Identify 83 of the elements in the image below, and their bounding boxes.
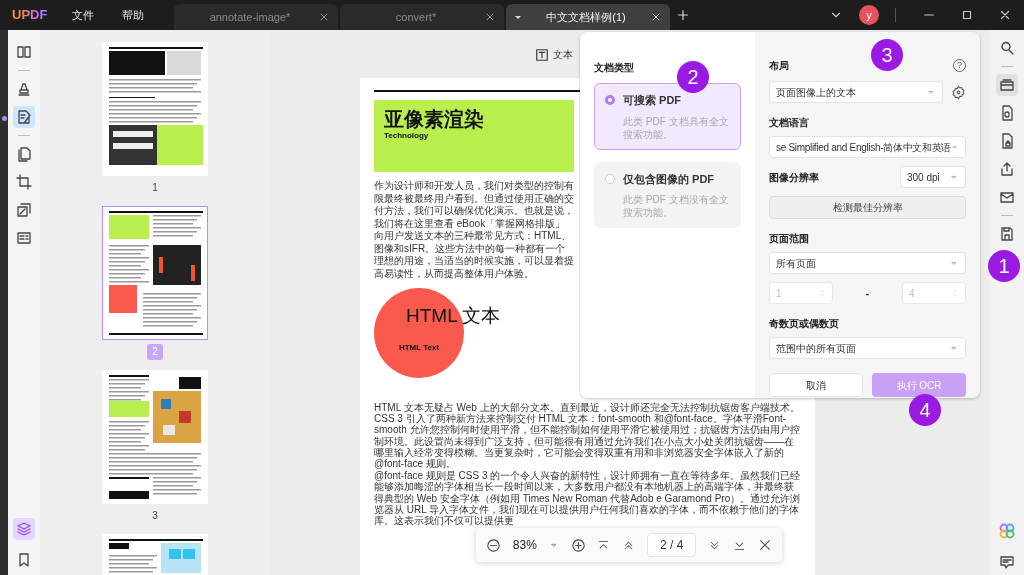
document-tab[interactable]: convert* [340, 4, 504, 30]
option-description: 此类 PDF 文档没有全文搜索功能。 [622, 193, 730, 219]
option-description: 此类 PDF 文档具有全文搜索功能。 [622, 114, 730, 141]
caret-icon[interactable] [514, 13, 522, 21]
layout-select[interactable]: 页面图像上的文本 [769, 81, 943, 103]
resolution-select[interactable]: 300 dpi [900, 166, 966, 188]
page-thumbnail[interactable] [102, 370, 208, 504]
number-field: 1 [769, 282, 833, 304]
document-type-option[interactable]: 仅包含图像的 PDF 此类 PDF 文档没有全文搜索功能。 [594, 161, 741, 228]
edit-button[interactable] [13, 106, 35, 128]
ocr-icon [999, 77, 1015, 93]
close-icon[interactable] [998, 8, 1012, 22]
bookmark-icon [16, 552, 32, 568]
edit-icon [16, 109, 32, 125]
clover-icon [999, 523, 1015, 539]
maximize-icon[interactable] [960, 8, 974, 22]
zoom-out-icon[interactable] [486, 537, 501, 553]
ocr-button[interactable] [996, 74, 1018, 96]
section-label: 文档语言 [769, 116, 810, 130]
search-icon [999, 40, 1015, 56]
settings-icon[interactable] [951, 84, 966, 100]
crop-icon [16, 174, 32, 190]
close-icon[interactable] [758, 538, 772, 552]
tab-label: annotate-image* [208, 9, 292, 25]
lock-icon [999, 133, 1015, 149]
document-paragraph: @font-face 规则是 CSS 3 的一个令人兴奋的新特性，设计师拥有一直在等待多年。虽然我们已经能够添加晦涩的字体相当长一段时间以来，大多数用户都没有本地机器上的高端字体，并最终获得典型的 Web 安全字体（例如用 Times New Roman 代替Adob e Garamond Pro）。通过允许浏览器从 URL 导入字体文件，我们现在可以提供用户任何我们喜欢的字体，而不依赖于他们的字体库。这表示我们不仅可以提供更 [374, 470, 801, 527]
radio-button[interactable] [605, 173, 615, 184]
section-subtitle: HTML Text [398, 342, 440, 354]
zoom-level[interactable]: 83% [512, 536, 537, 554]
section-label: 页面范围 [769, 232, 810, 246]
avatar[interactable]: y [859, 5, 879, 25]
page-number-field[interactable]: 2 / 4 [647, 533, 697, 557]
document-tab[interactable]: annotate-image* [174, 4, 338, 30]
stack-icon [16, 202, 32, 218]
document-type-option[interactable]: 可搜索 PDF 此类 PDF 文档具有全文搜索功能。 [594, 83, 741, 150]
language-select[interactable]: se Simplified and English-简体中文和英语 [769, 136, 966, 158]
section-label: 奇数页或偶数页 [769, 317, 840, 331]
form-icon [16, 230, 32, 246]
odd-even-select[interactable]: 范围中的所有页面 [769, 337, 966, 359]
tab-label: convert* [394, 9, 438, 25]
convert-icon [999, 105, 1015, 121]
close-icon[interactable] [650, 11, 662, 23]
zoom-in-icon[interactable] [570, 537, 586, 553]
page-thumbnail[interactable] [102, 42, 208, 176]
tab-label: 中文文档样例(1) [545, 9, 627, 25]
document-heading: 亚像素渲染 [384, 108, 485, 130]
panel-handle[interactable] [2, 116, 7, 121]
radio-button[interactable] [605, 95, 615, 106]
layers-icon [16, 521, 32, 537]
text-mode-button[interactable]: 文本 [535, 47, 573, 62]
comment-icon [999, 554, 1015, 570]
share-icon [999, 161, 1015, 177]
cancel-button[interactable]: 取消 [769, 373, 863, 397]
highlighter-icon [16, 81, 32, 97]
text-icon [535, 47, 549, 62]
section-label: 布局 [769, 59, 789, 73]
layers-button[interactable] [13, 518, 35, 540]
range-separator: - [865, 286, 870, 301]
page-number: 1 [151, 181, 159, 195]
document-paragraph: 作为设计师和开发人员，我们对类型的控制有限最终被最终用户看到。但通过使用正确的交付方法，我们可以确保优化演示。也就是说，我们将在这里查看 eBook「掌握网格排版」向用户发送文本的三种最常见方式：HTML、图像和sIFR。这些方法中的每一种都有一个理想的用途，当适当的时候实施，可以显着提高易读性，从而提高整体用户体验。 [374, 180, 574, 280]
menu-item[interactable]: 文件 [58, 6, 108, 24]
document-tab[interactable]: 中文文档样例(1) [506, 4, 670, 30]
first-page-icon[interactable] [597, 538, 611, 552]
section-label: 文档类型 [594, 61, 635, 75]
option-label: 可搜索 PDF [623, 93, 682, 108]
detect-resolution-button[interactable]: 检测最佳分辨率 [769, 196, 966, 219]
number-field: 4 [902, 282, 966, 304]
save-icon [999, 226, 1015, 242]
option-label: 仅包含图像的 PDF [623, 171, 715, 187]
book-icon [16, 44, 32, 60]
mail-icon [999, 189, 1015, 205]
plus-icon[interactable] [676, 8, 690, 22]
section-label: 图像分辨率 [769, 170, 819, 185]
page-number: 3 [151, 509, 159, 523]
section-title: HTML 文本 [406, 304, 501, 328]
page-number: 2 [147, 344, 163, 360]
document-paragraph: HTML 文本无疑占 Web 上的大部分文本。直到最近，设计师还完全无法控制抗锯齿客户端技术。 CSS 3 引入了两种新方法来控制交付 HTML 文本：font-smooth 和@font-face。字体平滑Font-smooth 允许您控制何时使用平滑，但不能控制如何使用平滑它被使用过；抗锯齿方法仍由用户控制环境。此设置尚未得到广泛支持，但可能很有用通过允许我们在小点大小处关闭抗锯齿——在哪里输入经常变得模糊。当更复杂时，它可能会变得双重有用和非浏览器安全字体嵌入了新的@font-face 规则。 [374, 402, 801, 470]
menu-item[interactable]: 帮助 [108, 6, 158, 24]
pages-icon [16, 146, 32, 162]
page-thumbnail[interactable] [102, 206, 208, 340]
close-icon[interactable] [484, 11, 496, 23]
document-subheading: Technology [384, 130, 430, 142]
close-icon[interactable] [318, 11, 330, 23]
